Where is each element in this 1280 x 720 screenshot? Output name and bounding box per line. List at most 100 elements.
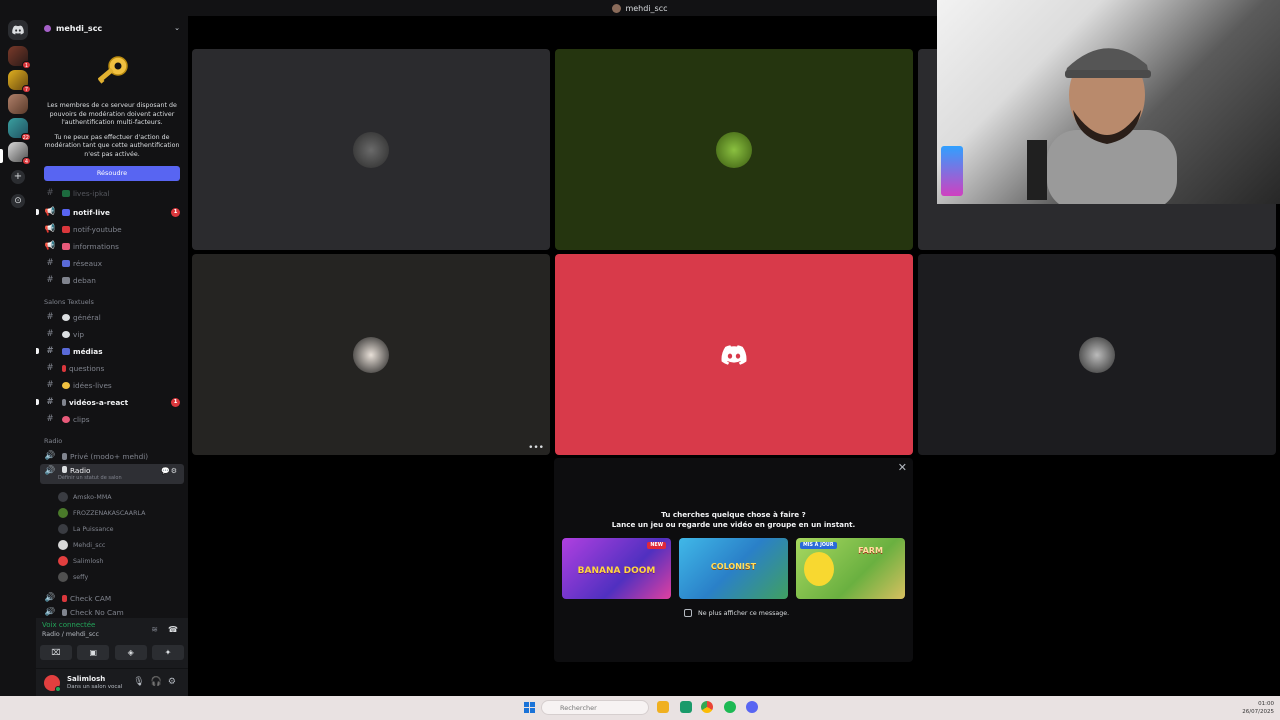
voice-member[interactable]: La Puissance (58, 522, 114, 536)
explore-icon[interactable]: ⊙ (11, 194, 25, 208)
text-channel-icon: # (46, 329, 54, 339)
more-options-icon[interactable]: ••• (528, 443, 544, 453)
server-icon-4[interactable]: 22 (8, 118, 31, 141)
channel-emoji (62, 276, 70, 284)
webcam-overlay (937, 0, 1280, 204)
discord-home-button[interactable] (8, 20, 28, 40)
resolve-button[interactable]: Résoudre (44, 165, 180, 181)
channel-item-notif-youtube[interactable]: 📢 notif-youtube (36, 221, 188, 237)
speaker-icon: 🔊 (44, 466, 56, 476)
streamer-webcam-image (1027, 48, 1177, 204)
activity-subheading: Lance un jeu ou regarde une vidéo en gro… (611, 520, 856, 529)
category-radio[interactable]: Radio (44, 437, 62, 445)
text-channel-icon: # (46, 188, 54, 198)
game-card-colonist[interactable]: COLONIST (679, 538, 788, 599)
channel-emoji (62, 594, 67, 602)
server-icon (612, 3, 622, 13)
chrome-icon[interactable] (701, 701, 713, 713)
disconnect-icon[interactable]: ☎ (168, 625, 178, 634)
discord-logo-icon (721, 344, 747, 365)
channel-emoji (62, 347, 70, 355)
voice-member[interactable]: FROZZENAKASCAARLA (58, 506, 145, 520)
activity-button[interactable]: ◈ (114, 645, 147, 660)
key-icon (93, 54, 131, 92)
channel-item-medias[interactable]: # médias (36, 343, 188, 359)
participant-tile[interactable] (555, 49, 913, 250)
voice-channel-check-no-cam[interactable]: 🔊 Check No Cam (36, 607, 188, 617)
spotify-icon[interactable] (724, 701, 736, 713)
channel-item-questions[interactable]: # questions (36, 360, 188, 376)
server-icon-mehdi-scc[interactable]: 4 (8, 142, 31, 165)
channel-item-deban[interactable]: # deban (36, 272, 188, 288)
participant-tile[interactable] (192, 49, 550, 250)
dont-show-checkbox[interactable] (684, 609, 692, 617)
avatar (58, 556, 68, 566)
user-avatar[interactable] (44, 675, 61, 692)
voice-channel-check-cam[interactable]: 🔊 Check CAM (36, 590, 188, 606)
server-badge: 22 (20, 133, 31, 141)
chevron-down-icon[interactable]: ⌄ (174, 24, 180, 32)
server-badge: 1 (22, 61, 31, 69)
channel-item-general[interactable]: # général (36, 309, 188, 325)
game-card-farm[interactable]: MIS À JOUR FARM (796, 538, 905, 599)
server-header[interactable]: mehdi_scc ⌄ (36, 16, 188, 40)
mention-badge: 1 (171, 397, 180, 407)
voice-member[interactable]: Amsko-MMA (58, 490, 112, 504)
new-badge: NEW (647, 542, 666, 549)
user-controls[interactable]: 🎙🎧⚙ (133, 677, 182, 687)
participant-tile[interactable]: ••• (192, 254, 550, 455)
selected-server-indicator (0, 149, 3, 163)
soundboard-button[interactable]: ✦ (151, 645, 184, 660)
text-channel-icon: # (46, 258, 54, 268)
add-server-icon[interactable]: + (11, 170, 25, 184)
channel-item[interactable]: # lives-ipkal (36, 188, 188, 198)
close-icon[interactable]: ✕ (898, 461, 907, 474)
online-status-indicator (55, 686, 61, 692)
windows-start-icon[interactable] (524, 702, 535, 713)
voice-channel-actions[interactable]: 💬⚙ (161, 467, 178, 475)
game-card-banana-doom[interactable]: NEW BANANA DOOM (562, 538, 671, 599)
channel-emoji (62, 189, 70, 197)
user-name[interactable]: Salimlosh (67, 675, 105, 683)
server-boost-icon (44, 24, 51, 32)
channel-item-idees-lives[interactable]: # idées-lives (36, 377, 188, 393)
user-panel: Salimlosh Dans un salon vocal 🎙🎧⚙ (36, 668, 188, 696)
system-clock[interactable]: 01:00 26/07/2025 (1242, 700, 1274, 716)
voice-member[interactable]: Salimlosh (58, 554, 103, 568)
voice-channel-radio[interactable]: 🔊 Radio Définir un statut de salon 💬⚙ (40, 464, 184, 484)
store-app-icon[interactable] (680, 701, 692, 713)
category-text-channels[interactable]: Salons Textuels (44, 298, 94, 306)
channel-item-vip[interactable]: # vip (36, 326, 188, 342)
channel-item-videos-a-react[interactable]: # vidéos-a-react 1 (36, 394, 188, 410)
speaker-icon: 🔊 (44, 593, 56, 603)
server-icon-2[interactable]: 7 (8, 70, 31, 93)
server-icon-3[interactable] (8, 94, 28, 114)
voice-room-label[interactable]: Radio / mehdi_scc (42, 631, 99, 638)
participant-avatar (1079, 336, 1115, 373)
file-explorer-icon[interactable] (657, 701, 669, 713)
screen-share-button[interactable]: ▣ (77, 645, 110, 660)
dont-show-again[interactable]: Ne plus afficher ce message. (684, 609, 789, 617)
camera-off-button[interactable]: ⌧ (40, 645, 72, 660)
participant-tile[interactable] (918, 254, 1276, 455)
channel-item-informations[interactable]: 📢 informations (36, 238, 188, 254)
mfa-text-2: Tu ne peux pas effectuer d'action de mod… (44, 133, 180, 158)
taskbar-search-input[interactable] (541, 700, 649, 715)
voice-member[interactable]: seffy (58, 570, 88, 584)
channel-item-reseaux[interactable]: # réseaux (36, 255, 188, 271)
channel-item-clips[interactable]: # clips (36, 411, 188, 427)
set-channel-status[interactable]: Définir un statut de salon (58, 475, 122, 481)
server-icon-1[interactable]: 1 (8, 46, 31, 69)
participant-tile-speaking[interactable] (555, 254, 913, 455)
channel-emoji (62, 415, 70, 423)
voice-connected-status[interactable]: Voix connectée (42, 621, 95, 629)
channel-item-notif-live[interactable]: 📢 notif-live 1 (36, 204, 188, 220)
text-channel-icon: # (46, 397, 54, 407)
window-title: mehdi_scc (625, 3, 668, 13)
voice-channel-private[interactable]: 🔊 Privé (modo+ mehdi) (36, 448, 188, 464)
noise-suppression-icon[interactable]: ≋ (151, 625, 158, 634)
discord-taskbar-icon[interactable] (746, 701, 758, 713)
channel-emoji (62, 242, 70, 250)
discord-logo-icon (12, 25, 24, 35)
voice-member[interactable]: Mehdi_scc (58, 538, 105, 552)
